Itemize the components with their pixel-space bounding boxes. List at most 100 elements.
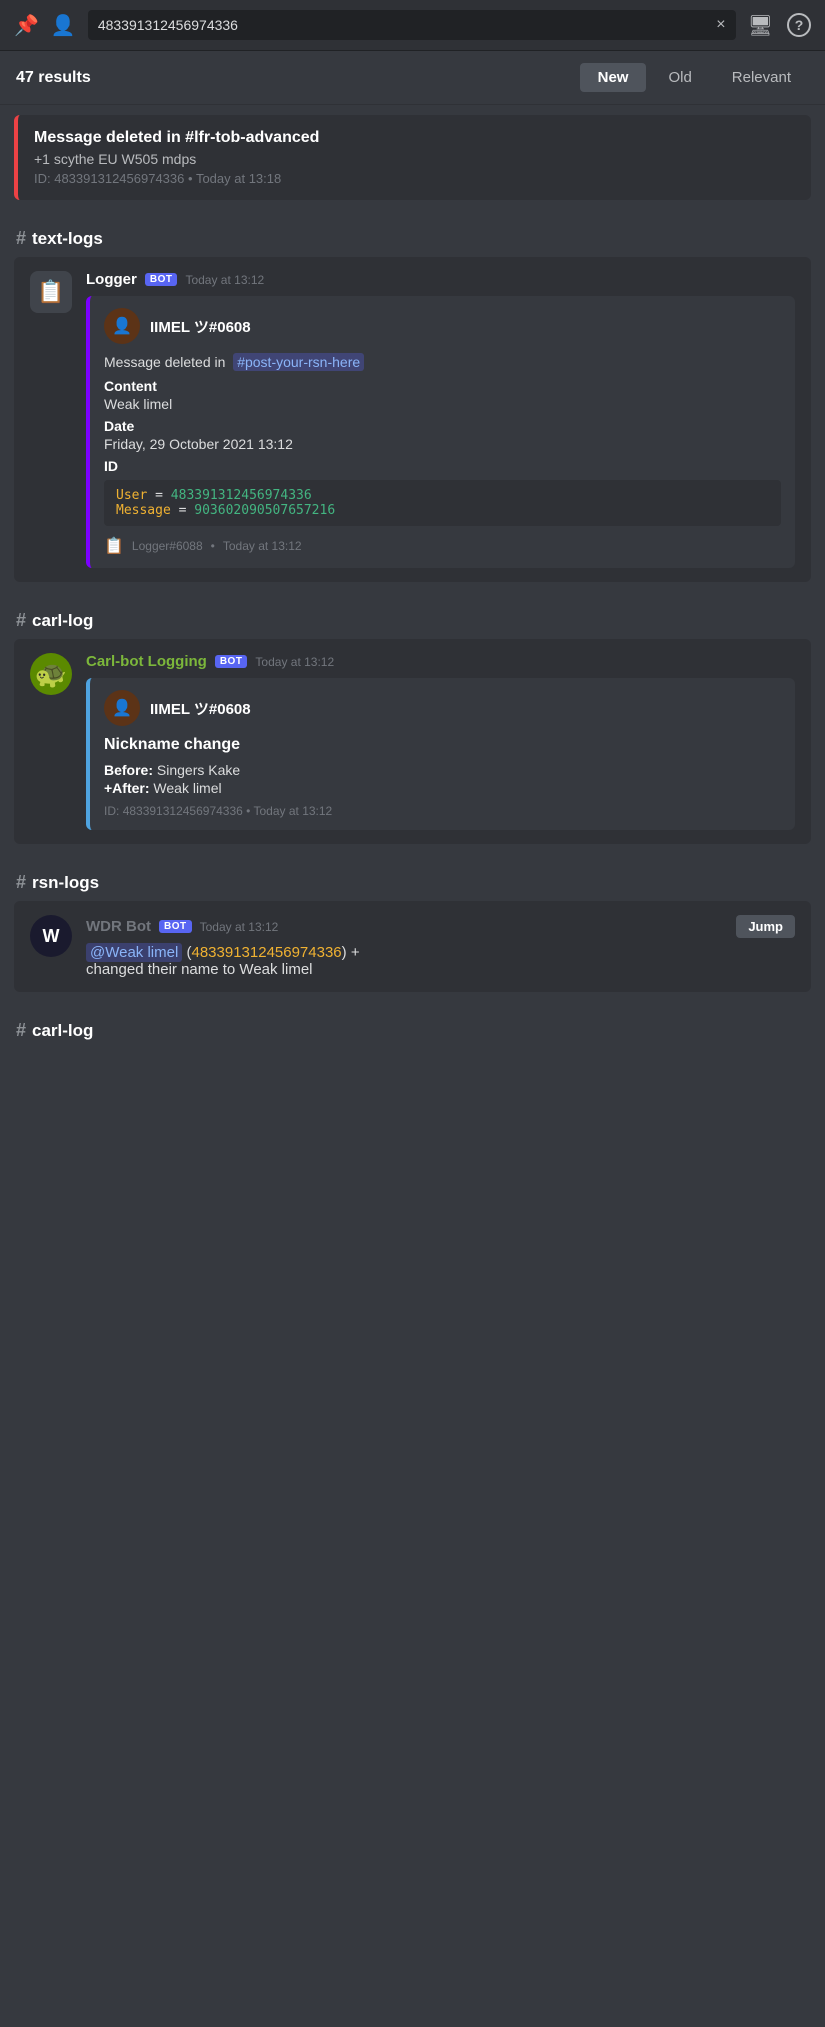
logger-avatar: 📋 bbox=[30, 271, 72, 313]
logger-embed: 👤 IIMEL ツ#0608 Message deleted in #post-… bbox=[86, 296, 795, 568]
section-label-rsn-logs: rsn-logs bbox=[32, 873, 99, 893]
embed-footer-dot: • bbox=[211, 539, 215, 553]
wdr-message-body: @Weak limel (483391312456974336) + chang… bbox=[86, 944, 795, 978]
carlbot-message-header: Carl-bot Logging BOT Today at 13:12 bbox=[86, 653, 795, 670]
embed-username: IIMEL ツ#0608 bbox=[150, 316, 251, 337]
carlbot-embed: 👤 IIMEL ツ#0608 Nickname change Before: S… bbox=[86, 678, 795, 830]
logger-message-card: 📋 Logger BOT Today at 13:12 👤 IIMEL ツ#06… bbox=[14, 257, 811, 582]
nickname-id-dot: • bbox=[246, 804, 253, 818]
embed-code-user-row: User = 483391312456974336 bbox=[116, 488, 769, 503]
search-clear-icon[interactable]: × bbox=[716, 16, 725, 34]
tab-new[interactable]: New bbox=[580, 63, 647, 92]
wdr-header-info: WDR Bot BOT Today at 13:12 Jump @Weak li… bbox=[86, 915, 795, 978]
logger-message-header: Logger BOT Today at 13:12 bbox=[86, 271, 795, 288]
section-header-text-logs: # text-logs bbox=[0, 210, 825, 257]
top-bar: 📌 👤 483391312456974336 × 🖥 ? bbox=[0, 0, 825, 51]
logger-message-time: Today at 13:12 bbox=[185, 273, 264, 287]
logger-author: Logger bbox=[86, 271, 137, 288]
nickname-before: Before: Singers Kake bbox=[104, 762, 781, 778]
embed-user-avatar: 👤 bbox=[104, 308, 140, 344]
carlbot-avatar: 🐢 bbox=[30, 653, 72, 695]
logger-bot-badge: BOT bbox=[145, 273, 178, 286]
hash-icon-carl-log-2: # bbox=[16, 1020, 26, 1041]
carlbot-author: Carl-bot Logging bbox=[86, 653, 207, 670]
embed-code-user-value: 483391312456974336 bbox=[171, 488, 312, 503]
deleted-snippet-content: +1 scythe EU W505 mdps bbox=[34, 151, 795, 167]
embed-user-row: 👤 IIMEL ツ#0608 bbox=[104, 308, 781, 344]
embed-footer: 📋 Logger#6088 • Today at 13:12 bbox=[104, 536, 781, 556]
carlbot-embed-user-avatar: 👤 bbox=[104, 690, 140, 726]
embed-channel-mention[interactable]: #post-your-rsn-here bbox=[233, 353, 364, 371]
embed-deleted-in: Message deleted in #post-your-rsn-here bbox=[104, 354, 781, 370]
wdr-bot-badge: BOT bbox=[159, 920, 192, 933]
carlbot-bot-badge: BOT bbox=[215, 655, 248, 668]
section-header-carl-log-2: # carl-log bbox=[0, 1002, 825, 1049]
jump-button[interactable]: Jump bbox=[736, 915, 795, 938]
tab-relevant[interactable]: Relevant bbox=[714, 63, 809, 92]
results-bar: 47 results New Old Relevant bbox=[0, 51, 825, 105]
deleted-snippet: Message deleted in #lfr-tob-advanced +1 … bbox=[14, 115, 811, 200]
embed-deleted-prefix: Message deleted in bbox=[104, 354, 225, 370]
wdr-author: WDR Bot bbox=[86, 918, 151, 935]
deleted-snippet-id: ID: 483391312456974336 bbox=[34, 171, 184, 186]
deleted-snippet-meta: ID: 483391312456974336 • Today at 13:18 bbox=[34, 171, 795, 186]
deleted-snippet-time: Today at 13:18 bbox=[196, 171, 281, 186]
tab-old[interactable]: Old bbox=[650, 63, 709, 92]
section-header-carl-log-1: # carl-log bbox=[0, 592, 825, 639]
wdr-user-id: 483391312456974336 bbox=[191, 944, 341, 961]
section-label-carl-log-2: carl-log bbox=[32, 1021, 93, 1041]
deleted-snippet-dot: • bbox=[188, 171, 196, 186]
nickname-id: ID: 483391312456974336 • Today at 13:12 bbox=[104, 804, 781, 818]
carlbot-message-main: Carl-bot Logging BOT Today at 13:12 👤 II… bbox=[86, 653, 795, 830]
user-icon[interactable]: 👤 bbox=[51, 13, 76, 38]
help-icon[interactable]: ? bbox=[787, 13, 811, 37]
wdr-header-row: W WDR Bot BOT Today at 13:12 Jump @Weak … bbox=[30, 915, 795, 978]
nickname-after-label: +After: bbox=[104, 780, 150, 796]
filter-tabs: New Old Relevant bbox=[580, 63, 809, 92]
chat-icon[interactable]: 🖥 bbox=[748, 13, 773, 38]
search-box[interactable]: 483391312456974336 × bbox=[88, 10, 736, 40]
nickname-after-val: Weak limel bbox=[153, 780, 221, 796]
embed-footer-icon: 📋 bbox=[104, 536, 124, 556]
deleted-snippet-title: Message deleted in #lfr-tob-advanced bbox=[34, 129, 795, 147]
section-header-rsn-logs: # rsn-logs bbox=[0, 854, 825, 901]
results-count: 47 results bbox=[16, 69, 564, 87]
wdr-close-paren: ) + bbox=[342, 944, 360, 961]
nickname-id-label: ID: bbox=[104, 804, 119, 818]
embed-code-equals2: = bbox=[179, 503, 195, 518]
nickname-before-val: Singers Kake bbox=[157, 762, 240, 778]
section-label-carl-log-1: carl-log bbox=[32, 611, 93, 631]
nickname-before-label: Before: bbox=[104, 762, 153, 778]
carlbot-message-time: Today at 13:12 bbox=[255, 655, 334, 669]
embed-code-equals: = bbox=[155, 488, 171, 503]
carlbot-embed-username: IIMEL ツ#0608 bbox=[150, 698, 251, 719]
wdr-header-meta: WDR Bot BOT Today at 13:12 Jump bbox=[86, 915, 795, 938]
nickname-after: +After: Weak limel bbox=[104, 780, 781, 796]
nickname-id-time: Today at 13:12 bbox=[254, 804, 333, 818]
embed-code-block: User = 483391312456974336 Message = 9036… bbox=[104, 480, 781, 526]
bottom-spacer bbox=[0, 1049, 825, 1069]
wdr-body-text: changed their name to Weak limel bbox=[86, 961, 313, 978]
search-input[interactable]: 483391312456974336 bbox=[98, 17, 708, 33]
embed-content-label: Content bbox=[104, 378, 781, 394]
embed-code-msg-row: Message = 903602090507657216 bbox=[116, 503, 769, 518]
hash-icon-text-logs: # bbox=[16, 228, 26, 249]
top-bar-actions: 🖥 ? bbox=[748, 13, 811, 38]
wdr-avatar: W bbox=[30, 915, 72, 957]
section-label-text-logs: text-logs bbox=[32, 229, 103, 249]
embed-code-msg-label: Message bbox=[116, 503, 171, 518]
embed-date-value: Friday, 29 October 2021 13:12 bbox=[104, 436, 781, 452]
carlbot-message-card: 🐢 Carl-bot Logging BOT Today at 13:12 👤 … bbox=[14, 639, 811, 844]
logger-message-main: Logger BOT Today at 13:12 👤 IIMEL ツ#0608… bbox=[86, 271, 795, 568]
embed-date-label: Date bbox=[104, 418, 781, 434]
wdr-message-time: Today at 13:12 bbox=[200, 920, 279, 934]
pin-icon[interactable]: 📌 bbox=[14, 13, 39, 38]
embed-footer-author: Logger#6088 bbox=[132, 539, 203, 553]
hash-icon-carl-log-1: # bbox=[16, 610, 26, 631]
hash-icon-rsn-logs: # bbox=[16, 872, 26, 893]
nickname-id-val: 483391312456974336 bbox=[123, 804, 243, 818]
carlbot-embed-user-row: 👤 IIMEL ツ#0608 bbox=[104, 690, 781, 726]
embed-code-msg-value: 903602090507657216 bbox=[194, 503, 335, 518]
embed-content-value: Weak limel bbox=[104, 396, 781, 412]
user-mention[interactable]: @Weak limel bbox=[86, 943, 182, 962]
